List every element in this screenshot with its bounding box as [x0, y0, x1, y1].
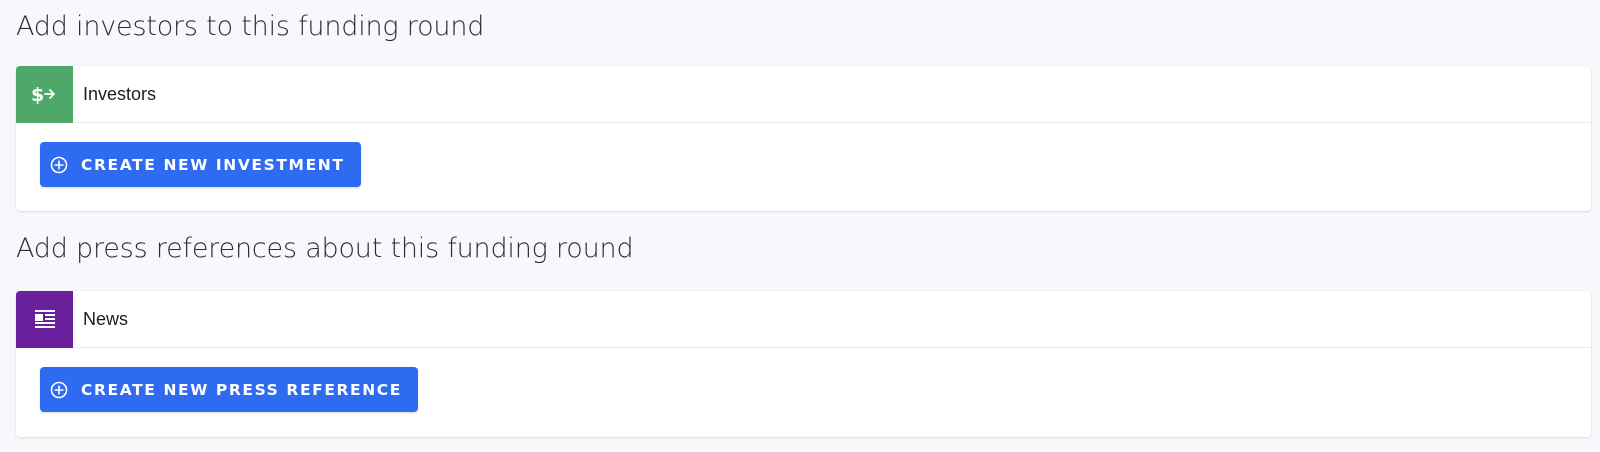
page: Add investors to this funding round $ In…: [0, 0, 1600, 452]
plus-circle-icon: [50, 381, 68, 399]
newspaper-icon-svg: [34, 310, 55, 328]
news-card-body: CREATE NEW PRESS REFERENCE: [16, 348, 1591, 435]
investors-section-title: Add investors to this funding round: [16, 11, 485, 42]
svg-text:$: $: [31, 84, 44, 106]
dollar-arrow-icon: $: [16, 66, 73, 123]
investors-card: $ Investors CREATE NEW INVESTMENT: [16, 66, 1591, 211]
news-card-label: News: [83, 308, 129, 329]
news-card-header: News: [16, 291, 1591, 348]
press-section-title: Add press references about this funding …: [16, 233, 634, 264]
create-new-press-reference-label: CREATE NEW PRESS REFERENCE: [81, 380, 402, 399]
newspaper-icon: [16, 291, 73, 348]
investors-card-header: $ Investors: [16, 66, 1591, 123]
investors-card-body: CREATE NEW INVESTMENT: [16, 123, 1591, 210]
news-card: News CREATE NEW PRESS REFERENCE: [16, 291, 1591, 437]
dollar-arrow-icon-svg: $: [31, 84, 55, 106]
create-new-investment-button[interactable]: CREATE NEW INVESTMENT: [40, 142, 361, 187]
plus-circle-icon: [50, 156, 68, 174]
create-new-investment-label: CREATE NEW INVESTMENT: [81, 155, 345, 174]
investors-card-label: Investors: [83, 83, 157, 104]
create-new-press-reference-button[interactable]: CREATE NEW PRESS REFERENCE: [40, 367, 418, 412]
